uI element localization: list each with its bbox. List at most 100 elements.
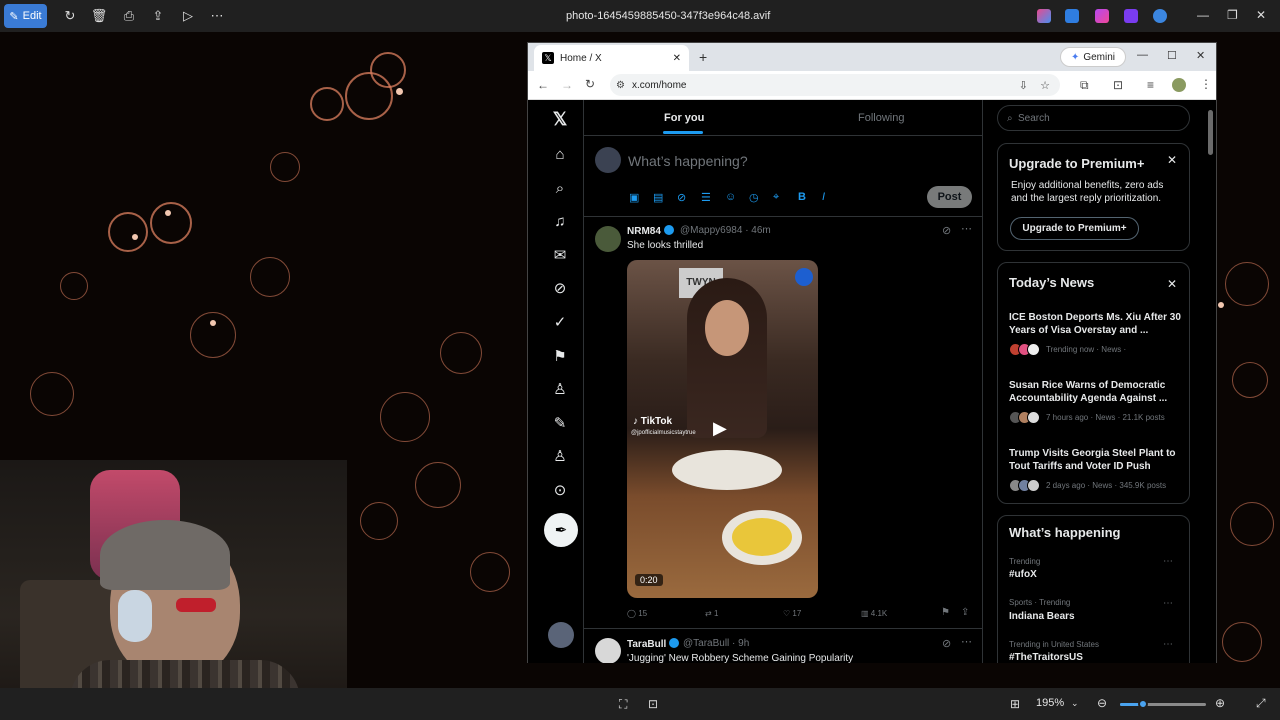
repost-button[interactable]: ⇄ 1 xyxy=(705,609,718,618)
share-icon[interactable]: ⇪ xyxy=(147,5,169,27)
close-icon[interactable]: ✕ xyxy=(1167,277,1177,291)
gemini-button[interactable]: ✦ Gemini xyxy=(1060,47,1126,67)
communities-icon[interactable]: ✎ xyxy=(551,415,569,433)
copilot-icon[interactable] xyxy=(1037,9,1051,23)
fullscreen-icon[interactable]: ⤢ xyxy=(1256,696,1266,711)
more-options-icon[interactable]: ⋯ xyxy=(961,222,972,235)
gif-icon[interactable]: ▤ xyxy=(653,191,663,204)
emoji-icon[interactable]: ☺ xyxy=(725,191,736,203)
explore-icon[interactable]: ⌕ xyxy=(551,180,569,198)
print-icon[interactable]: ⎙ xyxy=(118,5,140,27)
trend-topic[interactable]: Indiana Bears xyxy=(1009,611,1075,622)
site-info-icon[interactable]: ⚙ xyxy=(616,80,625,91)
like-button[interactable]: ♡ 17 xyxy=(783,609,801,618)
maximize-icon[interactable]: ☐ xyxy=(1167,49,1177,62)
close-icon[interactable]: ✕ xyxy=(1167,153,1177,167)
compose-input[interactable]: What’s happening? xyxy=(628,153,748,169)
search-input[interactable]: ⌕ Search xyxy=(997,105,1190,131)
edit-button[interactable]: ✎ Edit xyxy=(4,4,47,28)
more-options-icon[interactable]: ⋯ xyxy=(961,635,972,648)
grok-icon[interactable]: ⊘ xyxy=(677,191,686,204)
news-headline[interactable]: ICE Boston Deports Ms. Xiu After 30 Year… xyxy=(1009,311,1181,337)
tweet-video[interactable]: TWYN ♪ TikTok @jpofficialmusicstaytrue ▶… xyxy=(627,260,818,598)
grok-icon[interactable]: ⊘ xyxy=(942,224,951,237)
tab-following[interactable]: Following xyxy=(858,112,904,124)
onedrive-icon[interactable] xyxy=(1153,9,1167,23)
post-button[interactable]: Post xyxy=(927,186,972,208)
profile-avatar[interactable] xyxy=(1172,78,1186,92)
reload-icon[interactable]: ↻ xyxy=(585,77,595,91)
zoom-slider[interactable] xyxy=(1120,699,1206,709)
location-icon[interactable]: ⌖ xyxy=(773,191,779,204)
rotate-icon[interactable]: ↻ xyxy=(59,5,81,27)
zoom-in-icon[interactable]: ⊕ xyxy=(1215,696,1225,710)
tweet-handle[interactable]: @TaraBull · 9h xyxy=(683,638,749,649)
upgrade-premium-button[interactable]: Upgrade to Premium+ xyxy=(1010,217,1139,240)
poll-icon[interactable]: ☰ xyxy=(701,191,711,204)
zoom-out-icon[interactable]: ⊖ xyxy=(1097,696,1107,710)
bookmark-icon[interactable]: ⚑ xyxy=(941,607,950,618)
page-scrollbar[interactable] xyxy=(1208,110,1213,155)
bookmark-star-icon[interactable]: ☆ xyxy=(1040,79,1050,92)
close-icon[interactable]: ✕ xyxy=(1256,8,1266,22)
italic-icon[interactable]: I xyxy=(822,191,825,203)
news-headline[interactable]: Susan Rice Warns of Democratic Accountab… xyxy=(1009,379,1181,405)
home-icon[interactable]: ⌂ xyxy=(551,146,569,164)
jobs-icon[interactable]: ♙ xyxy=(551,381,569,399)
install-icon[interactable]: ⇩ xyxy=(1019,79,1028,92)
extensions-icon[interactable]: ⧉ xyxy=(1080,78,1089,93)
more-options-icon[interactable]: ⋯ xyxy=(206,5,228,27)
grok-icon[interactable]: ⊘ xyxy=(942,637,951,650)
views-button[interactable]: ▥ 4.1K xyxy=(861,609,887,618)
compose-post-button[interactable]: ✒ xyxy=(544,513,578,547)
premium-icon[interactable]: ✓ xyxy=(551,314,569,332)
menu-icon[interactable]: ⋮ xyxy=(1200,77,1212,91)
tweet-avatar[interactable] xyxy=(595,226,621,252)
designer-icon[interactable] xyxy=(1065,9,1079,23)
back-icon[interactable]: ← xyxy=(537,78,549,92)
notifications-icon[interactable]: ♫ xyxy=(551,213,569,231)
reply-button[interactable]: ◯ 15 xyxy=(627,609,647,618)
minimize-icon[interactable]: — xyxy=(1137,49,1148,61)
more-options-icon[interactable]: ⋯ xyxy=(1163,639,1173,650)
close-icon[interactable]: ✕ xyxy=(1196,49,1205,62)
trend-topic[interactable]: #TheTraitorsUS xyxy=(1009,652,1083,663)
image-icon[interactable]: ▣ xyxy=(629,191,639,204)
new-tab-icon[interactable]: + xyxy=(699,49,707,65)
news-headline[interactable]: Trump Visits Georgia Steel Plant to Tout… xyxy=(1009,447,1181,473)
profile-icon[interactable]: ♙ xyxy=(551,448,569,466)
chevron-down-icon[interactable]: ⌄ xyxy=(1071,698,1079,709)
media-icon[interactable]: ≡ xyxy=(1147,78,1154,92)
crop-icon[interactable]: ⛶ xyxy=(619,697,627,712)
visual-search-icon[interactable]: ⊡ xyxy=(648,697,658,711)
address-bar[interactable]: ⚙ x.com/home ⇩ ☆ xyxy=(610,74,1060,96)
schedule-icon[interactable]: ◷ xyxy=(749,191,759,204)
minimize-icon[interactable]: — xyxy=(1197,8,1209,22)
trend-topic[interactable]: #ufoX xyxy=(1009,569,1037,580)
maximize-icon[interactable]: ❐ xyxy=(1227,8,1238,22)
tab-close-icon[interactable]: ✕ xyxy=(673,53,681,64)
forward-icon[interactable]: → xyxy=(561,78,573,92)
tweet-author[interactable]: TaraBull xyxy=(627,638,681,650)
zoom-level[interactable]: 195% xyxy=(1036,697,1064,709)
play-icon[interactable]: ▶ xyxy=(713,418,727,439)
bold-icon[interactable]: B xyxy=(798,191,806,203)
bookmarks-icon[interactable]: ⚑ xyxy=(551,348,569,366)
tab-for-you[interactable]: For you xyxy=(664,112,704,124)
account-avatar[interactable] xyxy=(548,622,574,648)
tweet-avatar[interactable] xyxy=(595,638,621,663)
lens-icon[interactable]: ⊡ xyxy=(1113,78,1123,92)
messages-icon[interactable]: ✉ xyxy=(551,247,569,265)
create-icon[interactable] xyxy=(1124,9,1138,23)
grok-icon[interactable]: ⊘ xyxy=(551,280,569,298)
clipchamp-icon[interactable] xyxy=(1095,9,1109,23)
fit-to-window-icon[interactable]: ⊞ xyxy=(1010,697,1020,711)
tab-home-x[interactable]: 𝕏 Home / X ✕ xyxy=(534,45,689,71)
delete-icon[interactable]: 🗑 xyxy=(88,5,110,27)
more-icon[interactable]: ⊙ xyxy=(551,482,569,500)
tweet-author[interactable]: NRM84 xyxy=(627,225,676,237)
slideshow-icon[interactable]: ▷ xyxy=(177,5,199,27)
share-icon[interactable]: ⇪ xyxy=(961,607,969,618)
x-logo-icon[interactable]: 𝕏 xyxy=(551,110,569,128)
tweet-handle[interactable]: @Mappy6984 · 46m xyxy=(680,225,771,236)
